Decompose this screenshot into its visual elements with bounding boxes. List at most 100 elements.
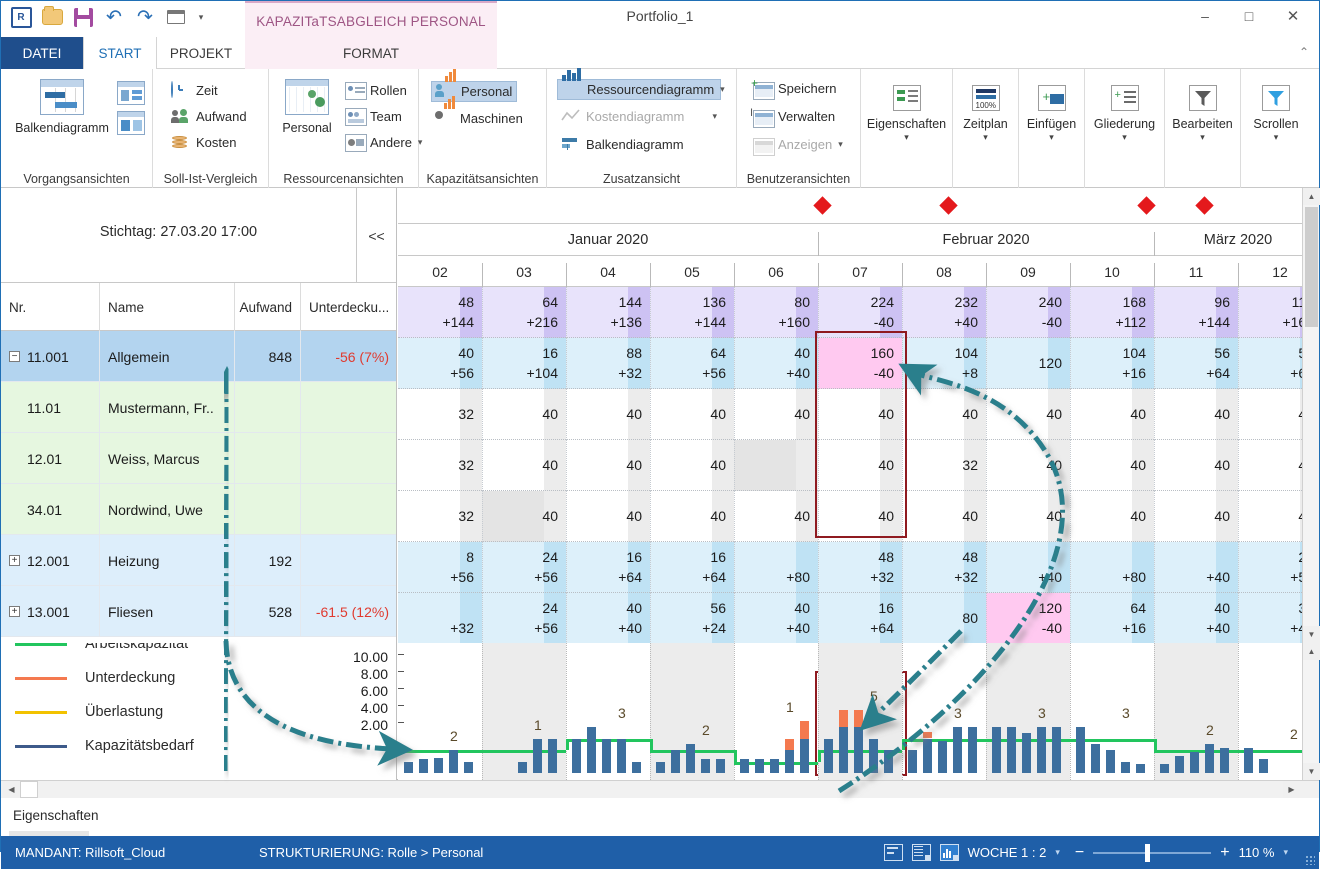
grid-cell[interactable]: +80	[1070, 542, 1154, 593]
grid-cell[interactable]: 40+40	[1154, 593, 1238, 643]
grid-cell[interactable]: 40	[566, 389, 650, 440]
table-row[interactable]: + 13.001 Fliesen 528 -61.5 (12%)	[1, 586, 396, 637]
bearbeiten-caret-icon[interactable]: ▾	[1165, 132, 1240, 143]
grid-cell[interactable]: 32	[398, 440, 482, 491]
milestone-marker[interactable]	[1137, 196, 1155, 214]
grid-cell[interactable]: 40	[482, 389, 566, 440]
table-row[interactable]: − 11.001 Allgemein 848 -56 (7%)	[1, 331, 396, 382]
grid-cell[interactable]: 24+56	[482, 593, 566, 643]
week-label[interactable]: 04	[566, 256, 650, 287]
table-row[interactable]: 11.01 Mustermann, Fr..	[1, 382, 396, 433]
grid-cell[interactable]: 24+56	[1238, 542, 1302, 593]
rollen-button[interactable]: Rollen	[341, 81, 411, 100]
view-table-icon[interactable]	[912, 844, 931, 861]
grid-cell[interactable]: 64+216	[482, 287, 566, 338]
team-button[interactable]: Team	[341, 107, 406, 126]
grid-cell[interactable]: 104+16	[1070, 338, 1154, 389]
grid-cell[interactable]: 40	[566, 440, 650, 491]
grid-row[interactable]: 32404040403240404040	[398, 440, 1302, 491]
personal-view-button[interactable]: Personal	[269, 79, 345, 135]
zoom-caret-icon[interactable]: ▾	[1283, 847, 1288, 858]
milestone-marker[interactable]	[1196, 196, 1214, 214]
week-label[interactable]: 06	[734, 256, 818, 287]
grid-cell[interactable]: 40	[482, 440, 566, 491]
grid-cell[interactable]: 224-40	[818, 287, 902, 338]
grid-cell[interactable]: 232+40	[902, 287, 986, 338]
scroll-thumb[interactable]	[1305, 207, 1318, 327]
grid-cell[interactable]: 8+56	[398, 542, 482, 593]
zoom-slider-knob[interactable]	[1145, 844, 1150, 862]
week-label[interactable]: 10	[1070, 256, 1154, 287]
grid-cell[interactable]: 48+144	[398, 287, 482, 338]
grid-cell[interactable]: 40	[1154, 440, 1238, 491]
grid-cell[interactable]: 40	[986, 491, 1070, 542]
zeitplan-button[interactable]: 100% Zeitplan ▾	[953, 85, 1018, 143]
grid-cell[interactable]: 32	[398, 491, 482, 542]
grid-row[interactable]: 8+5624+5616+6416+64+8048+3248+32+40+80+4…	[398, 542, 1302, 593]
grid-cell[interactable]: 40	[1238, 389, 1302, 440]
grid-cell[interactable]: 64+16	[1070, 593, 1154, 643]
grid-row[interactable]: 3240404040404040404040	[398, 491, 1302, 542]
column-header-unterdeckung[interactable]: Unterdecku...	[301, 283, 397, 331]
grid-cell[interactable]: 32	[398, 389, 482, 440]
grid-cell[interactable]: 40	[818, 440, 902, 491]
properties-tab[interactable]: Eigenschaften	[13, 808, 99, 823]
view-split-icon[interactable]	[884, 844, 903, 861]
zusatz-balkendiagramm-button[interactable]: Balkendiagramm	[557, 135, 721, 154]
scrollen-button[interactable]: Scrollen ▾	[1241, 85, 1311, 143]
grid-cell[interactable]: 56+64	[1238, 338, 1302, 389]
expand-expander-icon[interactable]: +	[9, 606, 20, 617]
tab-datei[interactable]: DATEI	[1, 37, 83, 69]
grid-cell[interactable]: 32+48	[1238, 593, 1302, 643]
ressourcendiagramm-caret-icon[interactable]: ▾	[720, 84, 725, 95]
tab-format[interactable]: FORMAT	[245, 37, 497, 69]
grid-cell[interactable]: 80+160	[734, 287, 818, 338]
grid-row[interactable]: 48+14464+216144+136136+14480+160224-4023…	[398, 287, 1302, 338]
grid-cell[interactable]	[734, 440, 818, 491]
grid-cell[interactable]: 144+136	[566, 287, 650, 338]
column-header-nr[interactable]: Nr.	[1, 283, 100, 331]
grid-cell[interactable]: 40	[1238, 491, 1302, 542]
column-header-aufwand[interactable]: Aufwand	[235, 283, 301, 331]
grid-cell[interactable]: 40	[734, 389, 818, 440]
chart-vertical-scrollbar[interactable]: ▲ ▼	[1302, 643, 1319, 780]
tab-start[interactable]: START	[83, 37, 157, 70]
status-scale-caret-icon[interactable]: ▾	[1055, 847, 1060, 858]
grid-cell[interactable]: 40	[1070, 389, 1154, 440]
week-label[interactable]: 07	[818, 256, 902, 287]
grid-cell[interactable]: 240-40	[986, 287, 1070, 338]
status-scale-label[interactable]: WOCHE 1 : 2	[968, 845, 1047, 860]
grid-cell[interactable]: 56+24	[650, 593, 734, 643]
grid-cell[interactable]: 40	[566, 491, 650, 542]
grid-cell[interactable]: 16+64	[650, 542, 734, 593]
minimize-button[interactable]: –	[1183, 1, 1227, 31]
week-label[interactable]: 12	[1238, 256, 1302, 287]
grid-cell[interactable]: 48+32	[818, 542, 902, 593]
andere-button[interactable]: Andere ▾	[341, 133, 426, 152]
grid-cell[interactable]: 104+8	[902, 338, 986, 389]
grid-cell[interactable]: 40	[818, 491, 902, 542]
grid-cell[interactable]: 40+40	[734, 593, 818, 643]
grid-cell[interactable]: 40+40	[566, 593, 650, 643]
ansicht-speichern-button[interactable]: + Speichern	[749, 79, 841, 98]
grid-cell[interactable]: 40	[1070, 491, 1154, 542]
eigenschaften-caret-icon[interactable]: ▾	[861, 132, 952, 143]
grid-cell[interactable]: 40	[650, 491, 734, 542]
grid-cell[interactable]: 40	[734, 491, 818, 542]
chart-scroll-down-icon[interactable]: ▼	[1303, 763, 1320, 780]
hscroll-left-icon[interactable]: ◀	[3, 781, 20, 798]
resize-grip-icon[interactable]	[1305, 855, 1315, 865]
tab-projekt[interactable]: PROJEKT	[157, 37, 245, 69]
hscroll-right-icon[interactable]: ▶	[1283, 781, 1300, 798]
kapazitaet-personal-button[interactable]: Personal	[431, 81, 517, 102]
grid-cell[interactable]: +40	[986, 542, 1070, 593]
grid-row[interactable]: 40+5616+10488+3264+5640+40160-40104+8120…	[398, 338, 1302, 389]
grid-cell[interactable]: 168+112	[1070, 287, 1154, 338]
gliederung-button[interactable]: + Gliederung ▾	[1085, 85, 1164, 143]
kosten-button[interactable]: Kosten	[167, 133, 240, 152]
grid-cell[interactable]: 40	[902, 491, 986, 542]
grid-cell[interactable]: 40+40	[734, 338, 818, 389]
scroll-up-icon[interactable]: ▲	[1303, 188, 1320, 205]
ressourcendiagramm-button[interactable]: Ressourcendiagramm ▾	[557, 79, 721, 100]
grid-row[interactable]: 3240404040404040404040	[398, 389, 1302, 440]
